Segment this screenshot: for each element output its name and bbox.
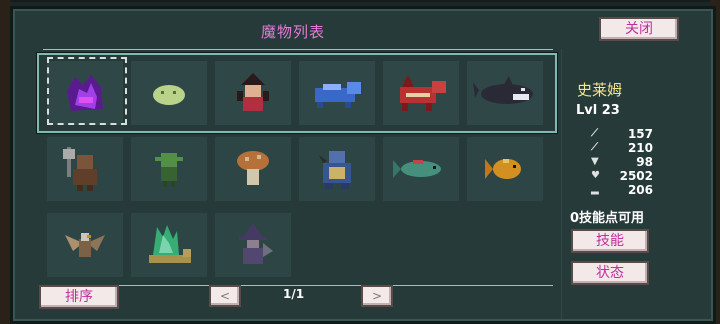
monster-slot-mushroom[interactable] — [215, 137, 291, 201]
page-indicator: 1/1 — [283, 287, 305, 301]
green-fish-sprite — [393, 160, 441, 178]
selection-cursor — [47, 57, 127, 125]
monster-slot-crystal-snail[interactable] — [131, 213, 207, 277]
shield-icon: ▼ — [591, 156, 599, 167]
minotaur-axe-sprite — [63, 147, 97, 191]
divider-top — [43, 49, 553, 50]
monster-slot-witch[interactable] — [215, 213, 291, 277]
monster-level: Lvl 23 — [576, 103, 620, 118]
monster-slot-gold-fish[interactable] — [467, 137, 543, 201]
divider-bottom — [43, 285, 553, 286]
sort-button[interactable]: 排序 — [39, 285, 119, 309]
next-page-button[interactable]: > — [361, 285, 393, 307]
stat-attack: ⟋ 157 — [591, 127, 661, 141]
stat-health: ♥ 2502 — [591, 169, 661, 183]
stat-health-value: 2502 — [619, 169, 653, 183]
skills-button[interactable]: 技能 — [571, 229, 649, 253]
close-button[interactable]: 关闭 — [599, 17, 679, 41]
stat-speed: ▂ 206 — [591, 183, 661, 197]
divider-right — [561, 49, 562, 319]
eagle-sprite — [65, 233, 105, 257]
crystal-snail-sprite — [149, 225, 191, 263]
monster-slot-green-fish[interactable] — [383, 137, 459, 201]
mushroom-sprite — [237, 151, 269, 185]
skill-points-available: 0技能点可用 — [570, 211, 645, 226]
status-button[interactable]: 状态 — [571, 261, 649, 285]
boot-icon: ▂ — [591, 184, 599, 195]
stat-magic: ⟋ 210 — [591, 141, 661, 155]
panel-title: 魔物列表 — [260, 23, 325, 41]
stat-attack-value: 157 — [627, 127, 653, 141]
monster-slot-eagle[interactable] — [47, 213, 123, 277]
witch-sprite — [239, 223, 273, 264]
monster-list-panel: 魔物列表 关闭 排序 < 1/1 > 史莱姆 Lvl 23 ⟋ 157 ⟋ 21… — [10, 6, 716, 324]
stat-defense-value: 98 — [636, 155, 653, 169]
turtle-sprite — [319, 151, 351, 189]
monster-slot-goblin[interactable] — [131, 137, 207, 201]
stat-speed-value: 206 — [627, 183, 653, 197]
staff-icon: ⟋ — [591, 142, 598, 153]
monster-slot-minotaur-axe[interactable] — [47, 137, 123, 201]
wall-left — [0, 0, 10, 324]
stat-magic-value: 210 — [627, 141, 653, 155]
gold-fish-sprite — [485, 159, 521, 179]
prev-page-button[interactable]: < — [209, 285, 241, 307]
sword-icon: ⟋ — [591, 128, 598, 139]
monster-name: 史莱姆 — [577, 81, 623, 99]
goblin-sprite — [155, 153, 183, 187]
monster-slot-turtle[interactable] — [299, 137, 375, 201]
stat-defense: ▼ 98 — [591, 155, 661, 169]
heart-icon: ♥ — [591, 170, 600, 181]
